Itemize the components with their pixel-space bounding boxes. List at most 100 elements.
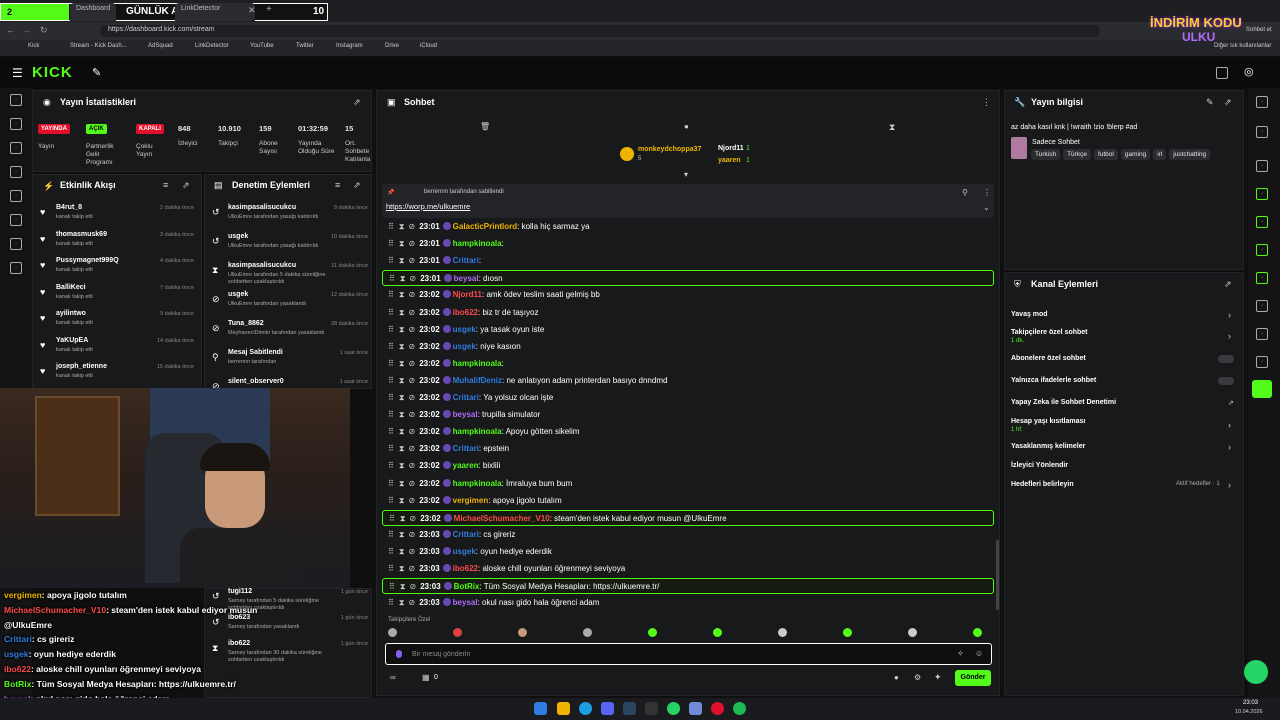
mod-dots-icon[interactable]: ⠿ (389, 514, 395, 523)
terminal-icon[interactable] (645, 702, 658, 715)
toggle-switch[interactable] (1218, 355, 1234, 363)
chat-user[interactable]: MichaelSchumacher_V10 (454, 514, 550, 523)
spotify-icon[interactable] (733, 702, 746, 715)
floating-chat-icon[interactable] (1244, 660, 1268, 684)
tab-dashboard[interactable]: Dashboard (70, 3, 117, 21)
kick-logo[interactable]: KICK (32, 64, 73, 81)
mod-dots-icon[interactable]: ⠿ (388, 530, 394, 539)
infinity-icon[interactable]: ∞ (390, 673, 396, 682)
steam-icon[interactable] (623, 702, 636, 715)
timeout-icon[interactable]: ⧗ (399, 547, 405, 556)
pinned-menu-icon[interactable]: ⋮ (983, 188, 991, 197)
ban-icon[interactable]: ⊘ (408, 496, 415, 505)
start-icon[interactable] (534, 702, 547, 715)
mod-dots-icon[interactable]: ⠿ (388, 342, 394, 351)
ban-icon[interactable]: ⊘ (408, 444, 415, 453)
mod-dots-icon[interactable]: ⠿ (388, 290, 394, 299)
activity-popout-icon[interactable]: ⇗ (182, 180, 190, 191)
chat-users-icon[interactable]: ● (894, 673, 899, 682)
mod-user[interactable]: usgek (228, 291, 248, 298)
timeout-icon[interactable]: ⧗ (399, 222, 405, 231)
activity-user[interactable]: thomasmusk69 (56, 231, 107, 238)
mic-icon[interactable] (396, 650, 402, 658)
bubble-icon[interactable]: ● (684, 122, 689, 131)
timeout-icon[interactable]: ⧗ (399, 564, 405, 573)
timeout-icon[interactable]: ⧗ (399, 376, 405, 385)
bookmark-drive[interactable]: Drive (385, 43, 399, 49)
chat-input-box[interactable] (385, 643, 992, 665)
mod-dots-icon[interactable]: ⠿ (388, 479, 394, 488)
emote-icon[interactable] (648, 628, 657, 637)
external-link-icon[interactable]: ⇗ (1228, 399, 1234, 407)
mod-dots-icon[interactable]: ⠿ (388, 564, 394, 573)
chevron-right-icon[interactable]: › (1228, 480, 1231, 490)
stream-tag[interactable]: Türkçe (1063, 149, 1091, 160)
mod-dots-icon[interactable]: ⠿ (389, 274, 395, 283)
link-icon[interactable]: · (10, 118, 22, 130)
url-input[interactable]: https://dashboard.kick.com/stream (100, 25, 1100, 37)
timeout-icon[interactable]: ⧗ (399, 342, 405, 351)
mod-filter-icon[interactable]: ≡ (335, 180, 340, 190)
mod-user[interactable]: usgek (228, 233, 248, 240)
chat-input[interactable]: Bir mesaj gönderin (412, 651, 470, 658)
mod-user[interactable]: ibo622 (228, 640, 250, 647)
timeout-icon[interactable]: ⧗ (399, 427, 405, 436)
timeout-icon[interactable]: ⧗ (399, 325, 405, 334)
ban-icon[interactable]: ⊘ (409, 274, 416, 283)
channel-action-label[interactable]: Yapay Zeka ile Sohbet Denetimi (1011, 399, 1116, 406)
ban-icon[interactable]: ⊘ (408, 256, 415, 265)
bolt-icon[interactable]: · (1256, 188, 1268, 200)
chat-user[interactable]: yaaren (453, 461, 479, 470)
close-tab-icon[interactable]: ✕ (248, 5, 256, 16)
mod-dots-icon[interactable]: ⠿ (388, 325, 394, 334)
popout-icon[interactable]: ⇗ (353, 97, 361, 108)
mod-dots-icon[interactable]: ⠿ (388, 427, 394, 436)
mod-user[interactable]: tugi112 (228, 588, 252, 595)
mod-dots-icon[interactable]: ⠿ (388, 547, 394, 556)
ban-icon[interactable]: ⊘ (408, 376, 415, 385)
menu-icon[interactable]: ☰ (12, 66, 23, 80)
send-button[interactable]: Gönder (955, 670, 991, 686)
chat-user[interactable]: usgek (453, 342, 476, 351)
mod-user[interactable]: Mesaj Sabitlendi (228, 349, 283, 356)
mod-dots-icon[interactable]: ⠿ (388, 359, 394, 368)
trophy-icon[interactable]: · (10, 166, 22, 178)
mod-user[interactable]: ibo623 (228, 614, 250, 621)
chat-user[interactable]: Crittari (453, 444, 479, 453)
timeout-icon[interactable]: ⧗ (399, 479, 405, 488)
bookmark-linkdetector[interactable]: LinkDetector (195, 43, 229, 49)
ban-icon[interactable]: ⊘ (408, 325, 415, 334)
timeout-icon[interactable]: ⧗ (399, 239, 405, 248)
chat-user[interactable]: Crittari (453, 530, 479, 539)
ban-icon[interactable]: ⊘ (408, 479, 415, 488)
bookmark-icloud[interactable]: iCloud (420, 43, 437, 49)
emote-icon[interactable] (908, 628, 917, 637)
mod-popout-icon[interactable]: ⇗ (353, 180, 361, 191)
creator-icon[interactable]: ◎ (1244, 65, 1254, 78)
chevron-right-icon[interactable]: › (1228, 310, 1231, 320)
timeout-icon[interactable]: ⧗ (399, 444, 405, 453)
wrench-icon[interactable]: · (10, 214, 22, 226)
add-widget-icon[interactable] (1252, 380, 1272, 398)
chat-user[interactable]: usgek (453, 325, 476, 334)
channel-action-label[interactable]: Yavaş mod (1011, 311, 1048, 318)
mod-dots-icon[interactable]: ⠿ (388, 222, 394, 231)
chat-scrollbar[interactable] (996, 540, 999, 610)
timeout-icon[interactable]: ⧗ (399, 461, 405, 470)
top-user-3[interactable]: yaaren (718, 157, 741, 164)
mod-dots-icon[interactable]: ⠿ (389, 582, 395, 591)
bookmark-kick[interactable]: Kick (28, 43, 39, 49)
ban-icon[interactable]: ⊘ (408, 393, 415, 402)
activity-user[interactable]: Pussymagnet999Q (56, 257, 119, 264)
mod-dots-icon[interactable]: ⠿ (388, 376, 394, 385)
chat-user[interactable]: beysal (454, 274, 479, 283)
share-icon[interactable]: · (1256, 356, 1268, 368)
chevron-right-icon[interactable]: › (1228, 331, 1231, 341)
stream-icon[interactable]: · (10, 94, 22, 106)
chart-icon[interactable]: · (10, 190, 22, 202)
toggle-switch[interactable] (1218, 377, 1234, 385)
ban-icon[interactable]: ⊘ (409, 514, 416, 523)
bookmark-twitter[interactable]: Twitter (296, 43, 314, 49)
trash-icon[interactable]: 🗑 (480, 122, 490, 131)
timeout-icon[interactable]: ⧗ (399, 598, 405, 607)
